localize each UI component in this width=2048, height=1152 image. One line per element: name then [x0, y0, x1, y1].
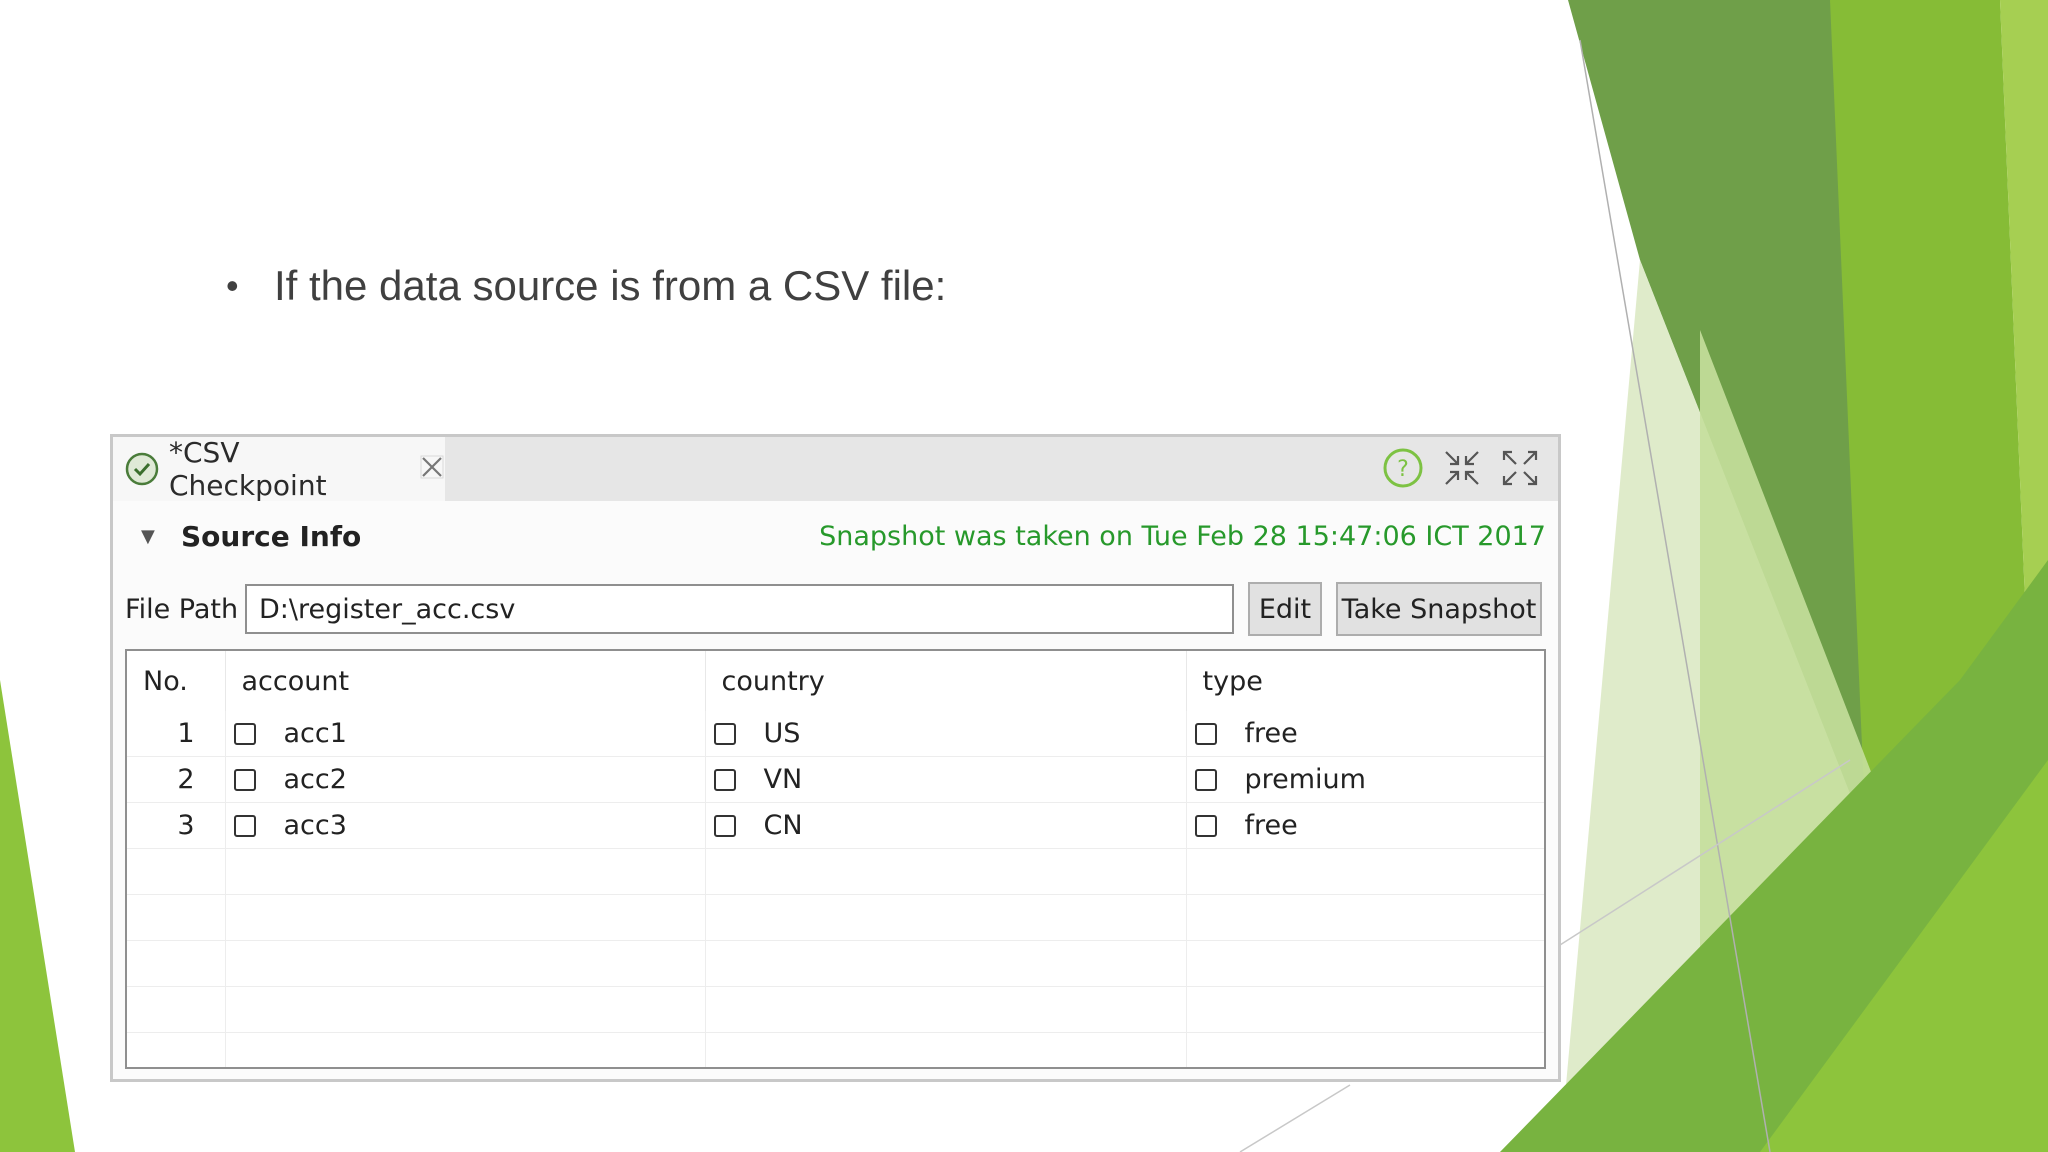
row-number: 2 [127, 756, 226, 803]
empty-row [127, 940, 1544, 987]
type-value: free [1244, 718, 1298, 749]
type-value: free [1244, 810, 1298, 841]
tab-title: *CSV Checkpoint [169, 436, 327, 502]
type-checkbox[interactable] [1194, 768, 1217, 791]
table-header-row: No. account country type [127, 651, 1544, 711]
country-cell: CN [705, 802, 1187, 849]
country-value: US [763, 718, 801, 749]
country-checkbox[interactable] [713, 768, 736, 791]
tab-csv-checkpoint[interactable]: *CSV Checkpoint [113, 436, 445, 502]
file-path-label: File Path [125, 593, 239, 625]
type-checkbox[interactable] [1194, 722, 1217, 745]
country-value: VN [763, 764, 803, 795]
account-checkbox[interactable] [233, 814, 256, 837]
account-checkbox[interactable] [233, 768, 256, 791]
maximize-icon[interactable] [1500, 448, 1540, 488]
svg-text:?: ? [1397, 457, 1409, 482]
close-tab-icon[interactable] [419, 454, 445, 484]
bullet-symbol: • [226, 265, 239, 306]
account-cell: acc3 [225, 802, 706, 849]
bullet-text: If the data source is from a CSV file: [274, 262, 947, 309]
minimize-icon[interactable] [1442, 448, 1482, 488]
table-row: 1 acc1 US free [127, 711, 1544, 757]
snapshot-status: Snapshot was taken on Tue Feb 28 15:47:0… [819, 520, 1546, 552]
edit-button[interactable]: Edit [1248, 582, 1322, 636]
take-snapshot-button[interactable]: Take Snapshot [1336, 582, 1542, 636]
type-value: premium [1244, 764, 1366, 795]
table-row: 2 acc2 VN premium [127, 756, 1544, 803]
type-checkbox[interactable] [1194, 814, 1217, 837]
country-cell: VN [705, 756, 1187, 803]
account-checkbox[interactable] [233, 722, 256, 745]
column-header-country[interactable]: country [705, 651, 1187, 711]
empty-row [127, 848, 1544, 895]
section-title: Source Info [181, 519, 362, 553]
checkpoint-icon [125, 452, 159, 486]
collapse-triangle-icon[interactable]: ▼ [141, 526, 181, 547]
account-value: acc2 [283, 764, 347, 795]
column-header-no[interactable]: No. [127, 651, 226, 711]
data-table: No. account country type 1 acc1 US free … [125, 649, 1546, 1069]
type-cell: free [1186, 802, 1544, 849]
account-value: acc1 [283, 718, 347, 749]
empty-row [127, 894, 1544, 941]
account-value: acc3 [283, 810, 347, 841]
country-checkbox[interactable] [713, 814, 736, 837]
column-header-account[interactable]: account [225, 651, 706, 711]
row-number: 1 [127, 711, 226, 757]
csv-checkpoint-panel: *CSV Checkpoint ? ▼ Source Info Snapshot… [110, 434, 1561, 1082]
source-info-header: ▼ Source Info Snapshot was taken on Tue … [113, 501, 1558, 571]
type-cell: premium [1186, 756, 1544, 803]
tab-bar: *CSV Checkpoint ? [113, 436, 1558, 502]
country-value: CN [763, 810, 803, 841]
empty-row [127, 986, 1544, 1033]
view-toolbar: ? [1382, 447, 1540, 489]
slide-bullet: • If the data source is from a CSV file: [226, 262, 946, 310]
type-cell: free [1186, 711, 1544, 757]
country-checkbox[interactable] [713, 722, 736, 745]
country-cell: US [705, 711, 1187, 757]
file-path-row: File Path D:\register_acc.csv Edit Take … [113, 581, 1558, 637]
help-icon[interactable]: ? [1382, 447, 1424, 489]
column-header-type[interactable]: type [1186, 651, 1544, 711]
file-path-input[interactable]: D:\register_acc.csv [245, 584, 1234, 634]
account-cell: acc1 [225, 711, 706, 757]
row-number: 3 [127, 802, 226, 849]
account-cell: acc2 [225, 756, 706, 803]
empty-row [127, 1032, 1544, 1067]
table-row: 3 acc3 CN free [127, 802, 1544, 849]
